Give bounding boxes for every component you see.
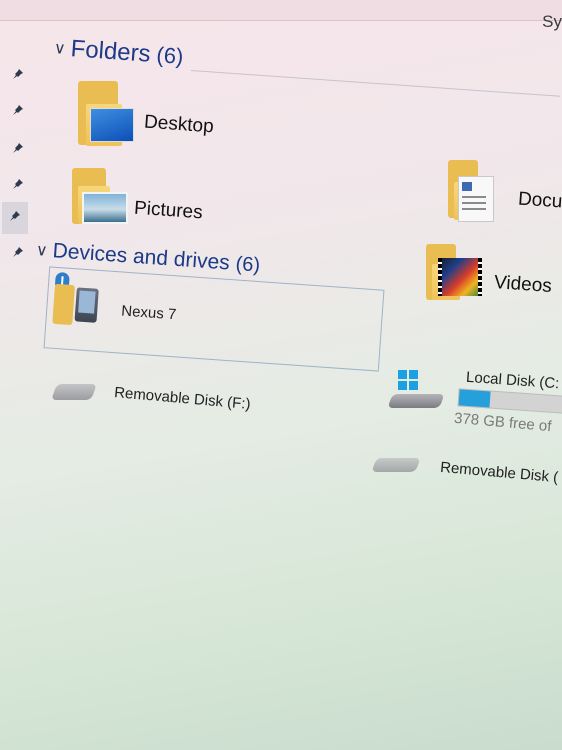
- folder-label-documents: Docu: [517, 188, 562, 213]
- pin-icon[interactable]: [10, 244, 26, 260]
- chevron-down-icon[interactable]: ∨: [53, 38, 66, 59]
- folder-label-pictures: Pictures: [133, 197, 204, 224]
- disk-usage-bar: [457, 388, 562, 414]
- folder-tile-documents[interactable]: Docu: [442, 156, 562, 228]
- device-label-nexus-7: Nexus 7: [120, 302, 177, 324]
- folder-tile-videos[interactable]: Videos: [420, 240, 562, 306]
- chevron-down-icon[interactable]: ∨: [35, 240, 48, 261]
- content-pane: ∨ Folders (6) Desktop Pictures Docu Vide…: [35, 0, 562, 750]
- disk-usage-fill: [458, 389, 491, 408]
- removable-disk-icon: [371, 458, 421, 472]
- folders-group-header[interactable]: ∨ Folders (6): [53, 34, 184, 71]
- device-tile-nexus-7[interactable]: Nexus 7: [43, 266, 385, 372]
- devices-count: (6): [234, 252, 261, 277]
- folder-label-desktop: Desktop: [143, 111, 215, 138]
- navigation-pane: [0, 36, 34, 276]
- device-label-removable-disk-f: Removable Disk (F:): [113, 384, 252, 413]
- pin-icon[interactable]: [10, 140, 26, 156]
- device-label-local-disk-c: Local Disk (C:: [465, 368, 560, 393]
- removable-disk-icon: [51, 384, 97, 400]
- device-tile-local-disk-c[interactable]: Local Disk (C: 378 GB free of: [384, 358, 562, 448]
- folders-count: (6): [155, 42, 185, 70]
- device-tile-removable-disk-2[interactable]: Removable Disk (: [366, 448, 562, 498]
- pin-icon[interactable]: [10, 66, 26, 82]
- folders-title: Folders: [69, 35, 152, 68]
- pin-icon[interactable]: [10, 176, 26, 192]
- folder-label-videos: Videos: [493, 272, 553, 297]
- folders-divider: [190, 70, 561, 97]
- pin-icon[interactable]: [10, 102, 26, 118]
- disk-free-text: 378 GB free of: [453, 409, 553, 436]
- device-label-removable-disk-2: Removable Disk (: [439, 458, 559, 487]
- pin-icon[interactable]: [2, 202, 28, 234]
- device-tile-removable-disk-f[interactable]: Removable Disk (F:): [46, 372, 346, 422]
- folder-tile-desktop[interactable]: Desktop: [76, 78, 246, 158]
- file-explorer-window: Sy ∨ Folders (6) Desktop Pictures Docu V…: [0, 0, 562, 750]
- folder-tile-pictures[interactable]: Pictures: [68, 166, 238, 232]
